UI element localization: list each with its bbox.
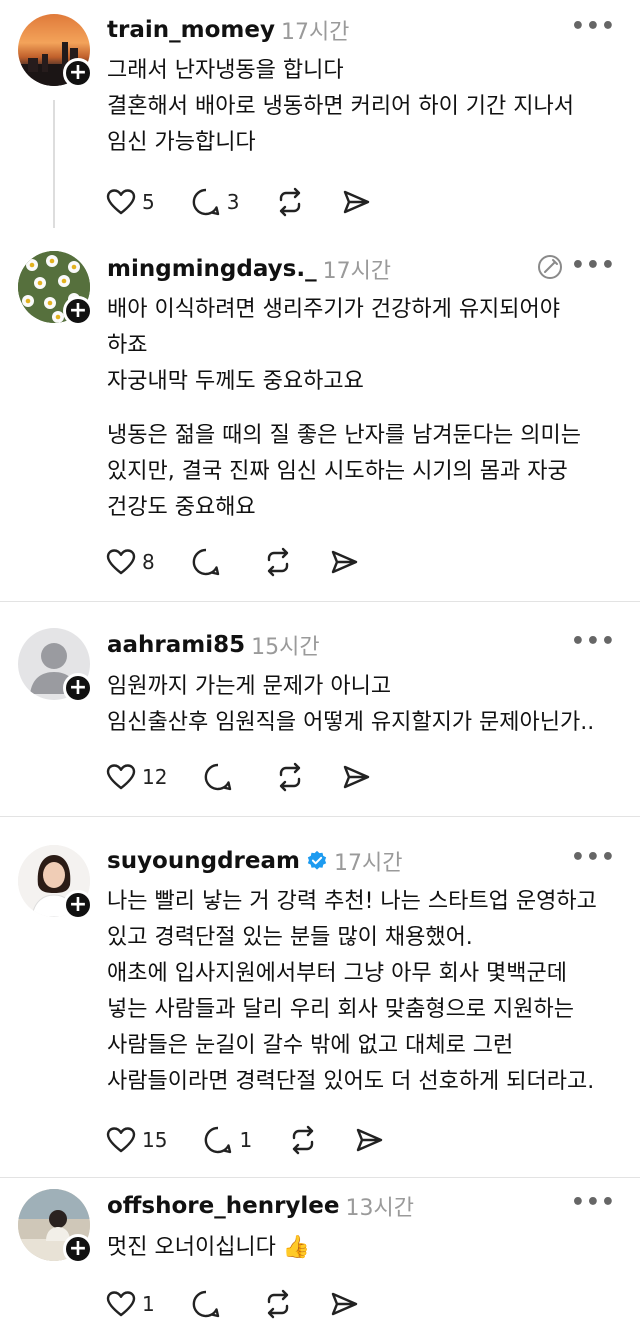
like-count: 15 <box>142 1128 168 1152</box>
more-options-button[interactable]: ••• <box>571 14 616 39</box>
post-paragraph: 임원까지 가는게 문제가 아니고 임신출산후 임원직을 어떻게 유지할지가 문제… <box>107 674 595 735</box>
share-button[interactable] <box>341 187 371 217</box>
timestamp: 17시간 <box>280 20 350 45</box>
action-bar: 5 3 <box>106 185 407 219</box>
follow-plus-button[interactable]: + <box>63 296 93 326</box>
send-icon <box>344 190 370 214</box>
like-button[interactable]: 12 <box>106 763 167 791</box>
username[interactable]: offshore_henrylee <box>107 1193 340 1219</box>
post-body: 나는 빨리 낳는 거 강력 추천! 나는 스타트업 운영하고 있고 경력단절 있… <box>107 884 627 1100</box>
repost-icon <box>267 547 288 577</box>
timestamp: 13시간 <box>345 1196 414 1221</box>
heart-icon <box>106 189 136 215</box>
more-options-button[interactable]: ••• <box>571 253 616 278</box>
repost-icon <box>267 1289 288 1319</box>
follow-plus-button[interactable]: + <box>63 58 93 88</box>
edit-icon[interactable] <box>536 253 564 285</box>
username[interactable]: train_momey <box>107 17 275 43</box>
repost-icon <box>280 187 301 217</box>
reply-button[interactable]: 1 <box>203 1125 252 1155</box>
action-bar: 8 <box>106 545 395 579</box>
username[interactable]: aahrami85 <box>107 632 245 658</box>
verified-badge-icon <box>307 850 327 870</box>
share-button[interactable] <box>329 547 359 577</box>
post-paragraph: 멋진 오너이십니다 👍 <box>107 1235 311 1260</box>
repost-icon <box>292 1125 314 1155</box>
post-paragraph: 배아 이식하려면 생리주기가 건강하게 유지되어야 하죠 자궁내막 두께도 중요… <box>107 297 561 394</box>
send-icon <box>356 1128 383 1152</box>
follow-plus-button[interactable]: + <box>63 890 93 920</box>
reply-count: 1 <box>239 1128 253 1152</box>
send-icon <box>331 550 357 574</box>
timestamp: 15시간 <box>251 635 320 660</box>
timestamp: 17시간 <box>322 259 392 284</box>
divider <box>0 1177 640 1178</box>
heart-icon <box>106 1127 136 1153</box>
divider <box>0 816 640 817</box>
username-row: aahrami85 15시간 <box>107 629 320 661</box>
divider <box>0 601 640 602</box>
post-body: 멋진 오너이십니다 👍 <box>107 1230 627 1266</box>
username-row: train_momey 17시간 <box>107 14 349 46</box>
like-button[interactable]: 8 <box>106 548 155 576</box>
more-options-button[interactable]: ••• <box>571 629 616 654</box>
like-button[interactable]: 15 <box>106 1126 167 1154</box>
heart-icon <box>106 1291 136 1317</box>
username-row: suyoungdream 17시간 <box>107 845 402 877</box>
repost-button[interactable] <box>275 762 305 792</box>
reply-button[interactable] <box>203 762 239 792</box>
share-button[interactable] <box>354 1125 384 1155</box>
like-count: 1 <box>142 1292 155 1316</box>
more-options-button[interactable]: ••• <box>571 845 616 870</box>
action-bar: 15 1 <box>106 1123 420 1157</box>
comment-bubble-icon <box>205 1126 232 1154</box>
send-icon <box>344 765 370 789</box>
share-button[interactable] <box>341 762 371 792</box>
like-button[interactable]: 1 <box>106 1290 155 1318</box>
post-paragraph: 그래서 난자냉동을 합니다 결혼해서 배아로 냉동하면 커리어 하이 기간 지나… <box>107 58 575 155</box>
reply-button[interactable] <box>191 1289 227 1319</box>
post-paragraph: 냉동은 젊을 때의 질 좋은 난자를 남겨둔다는 의미는 있지만, 결국 진짜 … <box>107 423 581 520</box>
action-bar: 1 <box>106 1287 395 1321</box>
follow-plus-button[interactable]: + <box>63 1234 93 1264</box>
heart-icon <box>106 764 136 790</box>
comment-bubble-icon <box>192 1290 219 1318</box>
repost-button[interactable] <box>288 1125 318 1155</box>
username[interactable]: suyoungdream <box>107 848 300 874</box>
post-body: 임원까지 가는게 문제가 아니고 임신출산후 임원직을 어떻게 유지할지가 문제… <box>107 669 627 741</box>
action-bar: 12 <box>106 760 407 794</box>
like-count: 12 <box>142 765 168 789</box>
username[interactable]: mingmingdays._ <box>107 256 317 282</box>
more-options-button[interactable]: ••• <box>571 1190 616 1215</box>
post-body: 그래서 난자냉동을 합니다 결혼해서 배아로 냉동하면 커리어 하이 기간 지나… <box>107 53 627 161</box>
reply-button[interactable] <box>191 547 227 577</box>
comment-bubble-icon <box>192 188 219 216</box>
like-count: 8 <box>142 550 155 574</box>
reply-button[interactable]: 3 <box>191 187 240 217</box>
share-button[interactable] <box>329 1289 359 1319</box>
repost-button[interactable] <box>275 187 305 217</box>
username-row: offshore_henrylee 13시간 <box>107 1190 414 1222</box>
repost-button[interactable] <box>263 547 293 577</box>
like-count: 5 <box>142 190 155 214</box>
post-paragraph: 나는 빨리 낳는 거 강력 추천! 나는 스타트업 운영하고 있고 경력단절 있… <box>107 889 597 1094</box>
like-button[interactable]: 5 <box>106 188 155 216</box>
thread-line <box>53 100 55 228</box>
comment-bubble-icon <box>192 548 219 576</box>
heart-icon <box>106 549 136 575</box>
send-icon <box>331 1292 357 1316</box>
repost-button[interactable] <box>263 1289 293 1319</box>
reply-count: 3 <box>226 190 240 214</box>
timestamp: 17시간 <box>333 851 403 876</box>
repost-icon <box>280 762 301 792</box>
post-body: 배아 이식하려면 생리주기가 건강하게 유지되어야 하죠 자궁내막 두께도 중요… <box>107 292 627 526</box>
comment-bubble-icon <box>205 763 232 791</box>
follow-plus-button[interactable]: + <box>63 673 93 703</box>
username-row: mingmingdays._ 17시간 <box>107 253 391 285</box>
